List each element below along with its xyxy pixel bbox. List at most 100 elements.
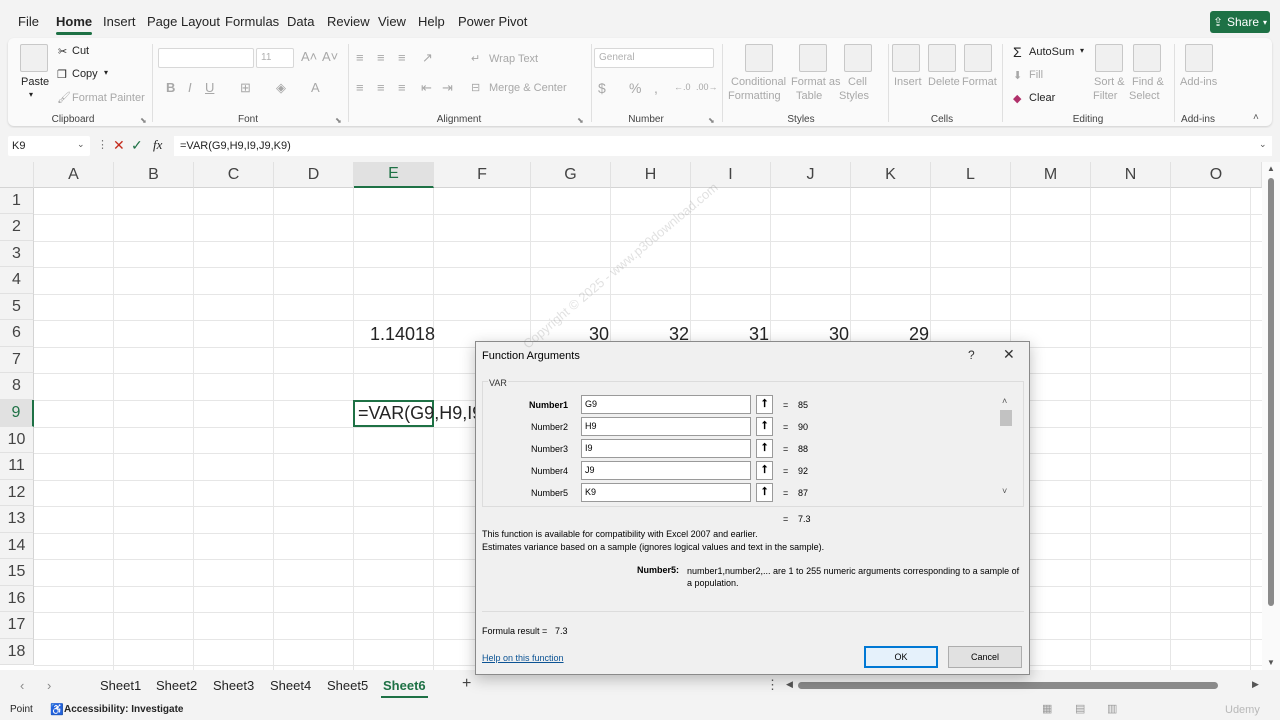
underline-icon[interactable]: U: [205, 80, 214, 95]
increase-decimal-icon[interactable]: ←.0: [674, 82, 691, 92]
row-header[interactable]: 16: [0, 586, 34, 612]
row-header[interactable]: 5: [0, 294, 34, 320]
sheet-tab-sheet6[interactable]: Sheet6: [381, 678, 428, 698]
share-button[interactable]: ⇪ Share ▾: [1210, 11, 1270, 33]
help-on-function-link[interactable]: Help on this function: [482, 653, 564, 663]
fill-button[interactable]: Fill: [1029, 69, 1043, 81]
increase-indent-icon[interactable]: ⇥: [442, 80, 453, 96]
tab-view[interactable]: View: [378, 14, 406, 29]
next-sheet-icon[interactable]: ›: [47, 678, 51, 693]
vertical-scrollbar[interactable]: ▲ ▼: [1262, 162, 1280, 670]
row-header[interactable]: 8: [0, 373, 34, 400]
arg-input-number5[interactable]: K9: [581, 483, 751, 502]
paste-button[interactable]: Paste: [21, 76, 49, 88]
row-header[interactable]: 10: [0, 427, 34, 453]
clear-button[interactable]: Clear: [1029, 92, 1055, 104]
font-size-combo[interactable]: 11: [256, 48, 294, 68]
dialog-help-button[interactable]: ?: [968, 348, 975, 362]
delete-cells-button[interactable]: Delete: [928, 76, 960, 88]
scroll-right-icon[interactable]: ▶: [1252, 679, 1259, 690]
format-as-table-button[interactable]: Format as: [791, 76, 841, 88]
more-options-icon[interactable]: ⋮: [97, 138, 108, 151]
row-header[interactable]: 11: [0, 453, 34, 480]
row-header[interactable]: 14: [0, 533, 34, 559]
row-header[interactable]: 7: [0, 347, 34, 373]
clipboard-launcher-icon[interactable]: ⬊: [140, 116, 147, 125]
comma-icon[interactable]: ,: [654, 80, 658, 96]
cell-styles-label[interactable]: Styles: [839, 90, 869, 102]
copy-chevron-icon[interactable]: ▾: [104, 68, 108, 77]
column-header[interactable]: F: [434, 162, 531, 188]
conditional-formatting-button[interactable]: Conditional: [731, 76, 786, 88]
row-header[interactable]: 2: [0, 214, 34, 241]
name-box-chevron-icon[interactable]: ⌄: [77, 139, 85, 150]
row-header[interactable]: 12: [0, 480, 34, 506]
decrease-font-icon[interactable]: A˅: [322, 49, 338, 64]
sheet-tab-sheet4[interactable]: Sheet4: [270, 678, 311, 693]
italic-icon[interactable]: I: [188, 80, 192, 95]
percent-icon[interactable]: %: [629, 80, 641, 96]
align-right-icon[interactable]: ≡: [398, 80, 406, 95]
autosum-button[interactable]: AutoSum: [1029, 46, 1074, 58]
conditional-formatting-label[interactable]: Formatting: [728, 90, 781, 102]
select-all-corner[interactable]: [0, 162, 34, 188]
sort-filter-button[interactable]: Sort &: [1094, 76, 1125, 88]
sort-filter-label[interactable]: Filter: [1093, 90, 1117, 102]
find-select-label[interactable]: Select: [1129, 90, 1160, 102]
row-header[interactable]: 15: [0, 559, 34, 586]
autosum-chevron-icon[interactable]: ▾: [1080, 46, 1084, 55]
row-header[interactable]: 9: [0, 400, 34, 427]
collapse-dialog-icon[interactable]: ⭡: [756, 483, 773, 502]
tab-power-pivot[interactable]: Power Pivot: [458, 14, 527, 29]
vertical-scroll-thumb[interactable]: [1268, 178, 1274, 606]
formula-input[interactable]: =VAR(G9,H9,I9,J9,K9): [174, 136, 1272, 156]
currency-icon[interactable]: $: [598, 80, 606, 96]
font-launcher-icon[interactable]: ⬊: [335, 116, 342, 125]
ok-button[interactable]: OK: [864, 646, 938, 668]
align-center-icon[interactable]: ≡: [377, 80, 385, 95]
borders-icon[interactable]: ⊞: [240, 80, 251, 96]
row-header[interactable]: 4: [0, 267, 34, 294]
arg-input-number3[interactable]: I9: [581, 439, 751, 458]
number-format-combo[interactable]: General: [594, 48, 714, 68]
tab-data[interactable]: Data: [287, 14, 314, 29]
number-launcher-icon[interactable]: ⬊: [708, 116, 715, 125]
decrease-indent-icon[interactable]: ⇤: [421, 80, 432, 96]
paste-chevron-icon[interactable]: ▾: [29, 90, 33, 99]
scroll-left-icon[interactable]: ◀: [786, 679, 793, 690]
dialog-close-button[interactable]: ✕: [1003, 346, 1015, 363]
cell-e9-editing[interactable]: =VAR(G9,H9,I9,J9,K9): [358, 403, 476, 424]
find-select-button[interactable]: Find &: [1132, 76, 1164, 88]
insert-function-icon[interactable]: fx: [153, 137, 162, 153]
align-bottom-icon[interactable]: ≡: [398, 50, 406, 65]
tab-file[interactable]: File: [18, 14, 39, 29]
orientation-icon[interactable]: ↗: [422, 50, 433, 66]
normal-view-icon[interactable]: ▦: [1042, 702, 1052, 715]
cell-styles-button[interactable]: Cell: [848, 76, 867, 88]
bold-icon[interactable]: B: [166, 80, 175, 95]
format-as-table-label[interactable]: Table: [796, 90, 822, 102]
increase-font-icon[interactable]: A˄: [301, 49, 317, 64]
format-cells-button[interactable]: Format: [962, 76, 997, 88]
tab-review[interactable]: Review: [327, 14, 370, 29]
decrease-decimal-icon[interactable]: .00→: [696, 82, 718, 92]
column-header[interactable]: L: [931, 162, 1011, 188]
collapse-dialog-icon[interactable]: ⭡: [756, 417, 773, 436]
insert-cells-button[interactable]: Insert: [894, 76, 922, 88]
collapse-dialog-icon[interactable]: ⭡: [756, 395, 773, 414]
tabs-options-icon[interactable]: ⋮: [766, 677, 779, 693]
tab-formulas[interactable]: Formulas: [225, 14, 279, 29]
add-sheet-icon[interactable]: +: [462, 675, 471, 693]
accessibility-status[interactable]: Accessibility: Investigate: [64, 704, 184, 715]
format-painter-button[interactable]: Format Painter: [72, 92, 145, 104]
tab-help[interactable]: Help: [418, 14, 445, 29]
tab-home[interactable]: Home: [56, 14, 93, 35]
wrap-text-button[interactable]: Wrap Text: [489, 53, 538, 65]
collapse-dialog-icon[interactable]: ⭡: [756, 439, 773, 458]
collapse-ribbon-icon[interactable]: ˄: [1253, 112, 1259, 123]
sheet-tab-sheet1[interactable]: Sheet1: [100, 678, 141, 693]
page-break-view-icon[interactable]: ▥: [1107, 702, 1117, 715]
addins-button[interactable]: Add-ins: [1180, 76, 1217, 88]
prev-sheet-icon[interactable]: ‹: [20, 678, 24, 693]
tab-page-layout[interactable]: Page Layout: [147, 14, 220, 29]
